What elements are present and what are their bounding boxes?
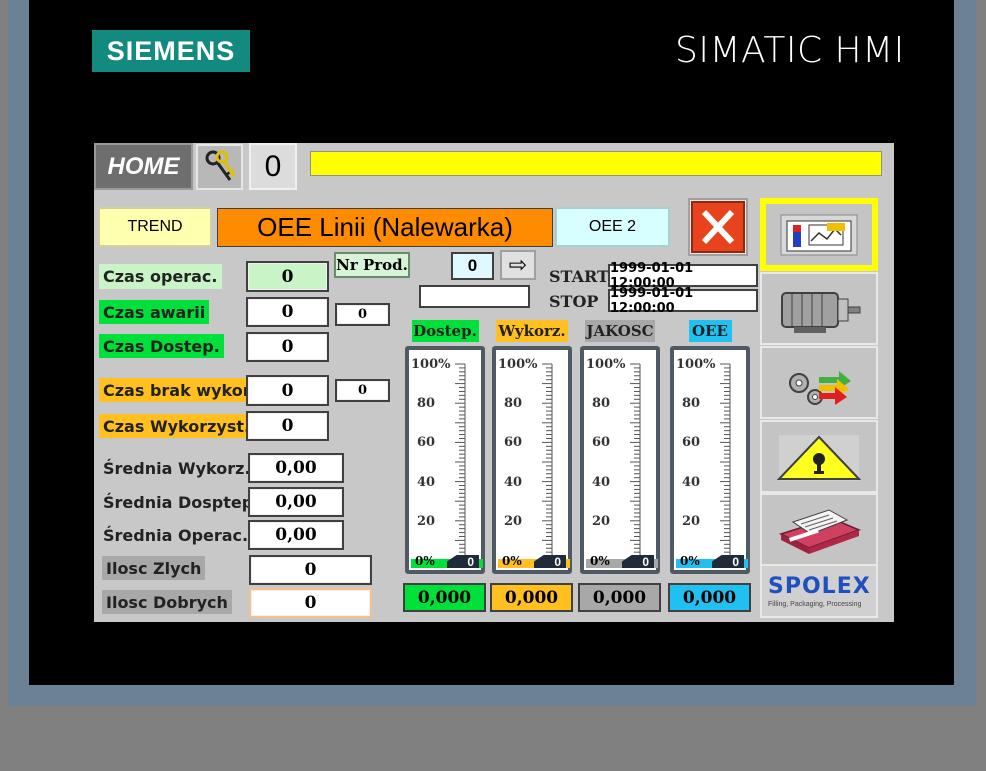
gears-arrows-icon <box>789 370 851 405</box>
czas-brak-value: 0 <box>246 375 329 406</box>
nav-motor-button[interactable] <box>760 272 878 345</box>
page-title: OEE Linii (Nalewarka) <box>217 208 553 247</box>
start-label: START <box>549 267 609 286</box>
gauge-scale <box>542 363 553 561</box>
ilosc-dobrych-label: Ilosc Dobrych <box>102 590 232 614</box>
trend-button[interactable]: TREND <box>98 207 212 247</box>
login-button[interactable] <box>196 144 243 190</box>
touch-label: TOUCH <box>894 144 954 346</box>
srednia-wykorz-value: 0,00 <box>248 453 344 483</box>
print-report-icon <box>779 508 862 554</box>
oee2-button[interactable]: OEE 2 <box>555 207 670 247</box>
gauge-tick-label: 20 <box>504 513 523 529</box>
gauge-tick-label: 80 <box>417 396 436 412</box>
start-datetime: 1999-01-01 12:00:00 <box>608 261 758 291</box>
gauge-tick-label: 100% <box>676 357 716 372</box>
gauge-tick-label: 80 <box>504 396 523 412</box>
gauge-tick-label: 40 <box>504 474 523 490</box>
gauge-bar: 100% 80 60 40 20 0% 0 <box>492 346 572 574</box>
gauge-label: Dostep. <box>411 320 479 342</box>
gauge-scale <box>455 363 466 561</box>
czas-wykorzyst-value: 0 <box>246 411 329 441</box>
home-button[interactable]: HOME <box>94 143 193 190</box>
gauge-tick-label: 100% <box>586 357 626 372</box>
gauge-scale <box>720 363 731 561</box>
gauge-tick-label: 60 <box>592 435 611 451</box>
srednia-operac-value: 0,00 <box>248 520 344 550</box>
siemens-logo: SIEMENS <box>92 30 250 72</box>
nr-prod-input[interactable]: 0 <box>451 252 494 280</box>
ilosc-zlych-label: Ilosc Zlych <box>102 556 206 580</box>
srednia-wykorz-label: Średnia Wykorz. <box>103 458 251 478</box>
czas-wykorzyst-label: Czas Wykorzyst. <box>99 414 255 438</box>
gauge-value: 0,000 <box>490 583 573 612</box>
gauge-tick-label: 60 <box>417 435 436 451</box>
gauge-label: OEE <box>688 320 732 342</box>
czas-awarii-label: Czas awarii <box>99 300 210 324</box>
touch-label-text: TOUCH <box>894 151 954 339</box>
gauge-tick-label: 80 <box>682 396 701 412</box>
gauge-tick-label: 40 <box>682 474 701 490</box>
nav-alarm-button[interactable] <box>760 420 878 493</box>
gauge-scale <box>630 363 641 561</box>
close-icon <box>691 201 745 253</box>
stop-label: STOP <box>549 292 599 311</box>
motor-icon <box>781 291 861 333</box>
gauge-zero-label: 0% <box>590 554 610 568</box>
nav-settings-button[interactable] <box>760 346 878 419</box>
gauge-bar: 100% 80 60 40 20 0% 0 <box>580 346 660 574</box>
overview-screen-icon <box>780 214 858 255</box>
srednia-dosptep-label: Średnia Dosptep. <box>103 492 260 512</box>
user-level-display: 0 <box>249 143 297 190</box>
hmi-screen: HOME 0 TREND OEE Linii (Nalewarka) OEE 2… <box>94 143 894 622</box>
czas-operac-label: Czas operac. <box>99 264 222 289</box>
ilosc-dobrych-value: 0 <box>249 588 372 618</box>
gauge-value: 0,000 <box>578 583 661 612</box>
gauge-tick-label: 20 <box>417 513 436 529</box>
srednia-operac-label: Średnia Operac. <box>103 525 249 545</box>
czas-brak-count: 0 <box>335 379 390 402</box>
gauge-tick-label: 60 <box>682 435 701 451</box>
gauge-bar: 100% 80 60 40 20 0% 0 <box>670 346 750 574</box>
gauge-label: JAKOSC <box>585 320 655 342</box>
keys-icon <box>205 150 236 181</box>
close-button[interactable] <box>688 198 748 256</box>
srednia-dosptep-value: 0,00 <box>248 487 344 517</box>
nav-report-button[interactable] <box>760 493 878 566</box>
gauge-tick-label: 40 <box>592 474 611 490</box>
warning-icon <box>776 434 862 481</box>
czas-operac-value: 0 <box>246 261 329 292</box>
czas-awarii-value: 0 <box>246 297 329 327</box>
gauge-tick-label: 80 <box>592 396 611 412</box>
stop-datetime: 1999-01-01 12:00:00 <box>608 286 758 316</box>
gauge-zero-label: 0% <box>680 554 700 568</box>
nav-overview-button[interactable] <box>760 198 878 271</box>
gauge-tick-label: 100% <box>411 357 451 372</box>
spolex-logo-text: SPOLEX <box>768 574 871 599</box>
czas-brak-label: Czas brak wykorz <box>99 378 264 402</box>
gauge-zero-label: 0% <box>415 554 435 568</box>
gauge-tick-label: 40 <box>417 474 436 490</box>
czas-awarii-count: 0 <box>335 303 390 326</box>
arrow-right-icon[interactable]: ⇨ <box>500 250 536 280</box>
ilosc-zlych-value: 0 <box>249 555 372 585</box>
spolex-logo: SPOLEX Filling, Packaging, Processing <box>760 564 878 618</box>
gauge-tick-label: 20 <box>682 513 701 529</box>
alarm-line <box>310 151 882 176</box>
gauge-tick-label: 100% <box>498 357 538 372</box>
czas-dostep-label: Czas Dostep. <box>99 334 224 358</box>
gauge-value: 0,000 <box>668 583 751 612</box>
czas-dostep-value: 0 <box>246 332 329 362</box>
gauge-value: 0,000 <box>403 583 486 612</box>
product-name: SIMATIC HMI <box>675 30 905 71</box>
gauge-bar: 100% 80 60 40 20 0% 0 <box>405 346 485 574</box>
nr-prod-button[interactable]: Nr Prod. <box>334 252 410 278</box>
product-name-field <box>419 285 530 308</box>
gauge-tick-label: 60 <box>504 435 523 451</box>
gauge-tick-label: 20 <box>592 513 611 529</box>
gauge-zero-label: 0% <box>502 554 522 568</box>
gauge-label: Wykorz. <box>496 320 568 342</box>
spolex-logo-subtext: Filling, Packaging, Processing <box>768 601 862 608</box>
